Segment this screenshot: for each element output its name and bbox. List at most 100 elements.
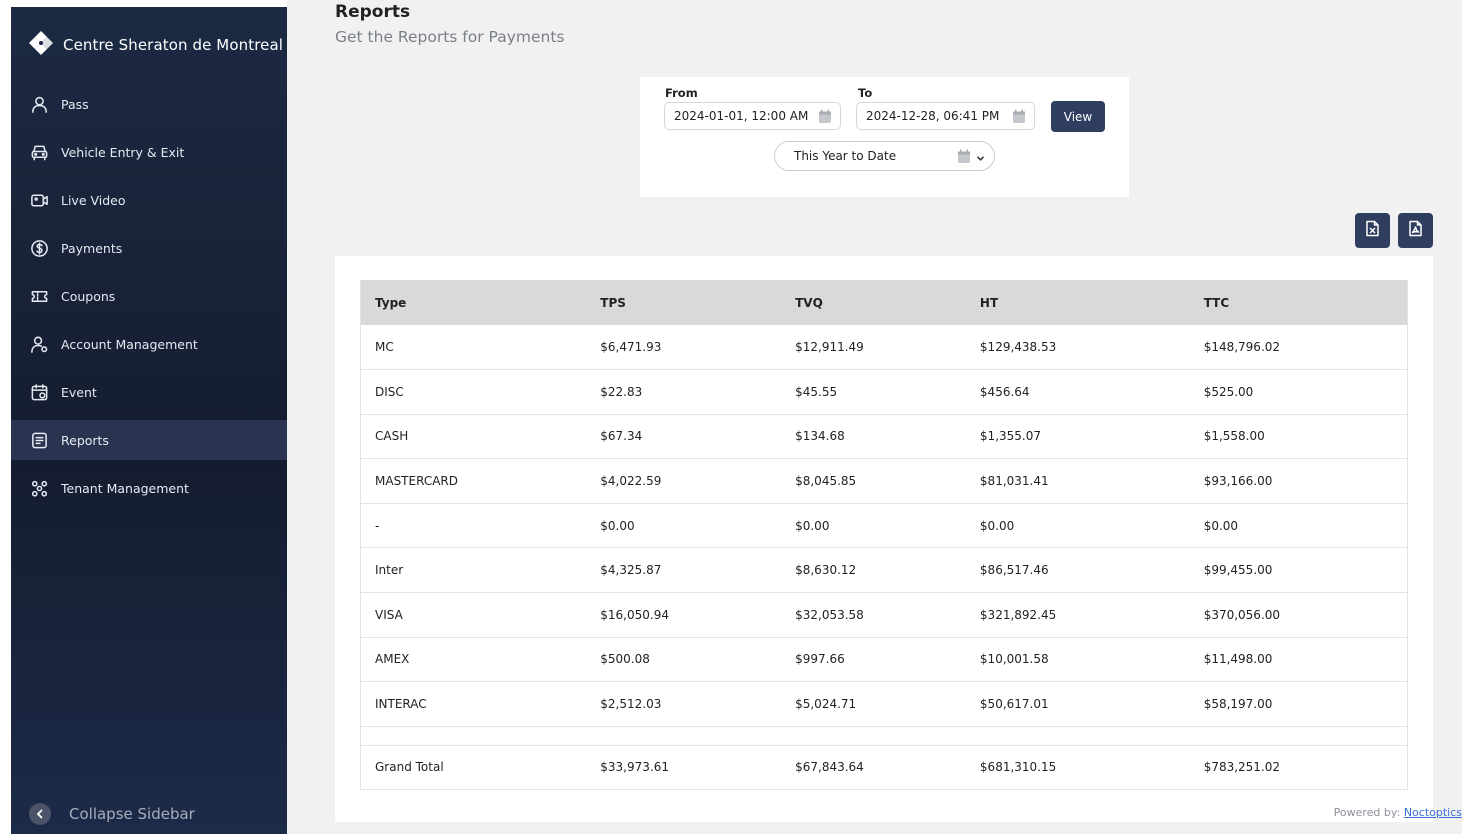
table-row: MASTERCARD $4,022.59 $8,045.85 $81,031.41 $9… bbox=[360, 458, 1408, 504]
table-cell: $0.00 bbox=[1189, 503, 1408, 549]
table-cell: $45.55 bbox=[781, 369, 966, 415]
pdf-file-icon bbox=[1407, 220, 1424, 241]
sidebar-item-pass[interactable]: Pass bbox=[11, 84, 287, 124]
column-header: TVQ bbox=[781, 280, 966, 325]
table-cell: MASTERCARD bbox=[360, 458, 587, 504]
collapse-sidebar-button[interactable]: Collapse Sidebar bbox=[29, 803, 195, 825]
calendar-icon bbox=[29, 382, 49, 402]
table-cell: $67,843.64 bbox=[781, 745, 966, 790]
sidebar-item-label: Reports bbox=[61, 432, 109, 448]
payments-report-table: Type TPS TVQ HT TTC MC $6,471.93 $12,911.4… bbox=[360, 280, 1408, 790]
view-button[interactable]: View bbox=[1051, 101, 1105, 132]
sidebar-item-event[interactable]: Event bbox=[11, 372, 287, 412]
brand[interactable]: Centre Sheraton de Montreal bbox=[27, 29, 283, 61]
date-range-value: This Year to Date bbox=[794, 149, 897, 163]
table-cell: $997.66 bbox=[781, 637, 966, 683]
sidebar-item-account-management[interactable]: Account Management bbox=[11, 324, 287, 364]
table-cell: $32,053.58 bbox=[781, 592, 966, 638]
column-header: TPS bbox=[586, 280, 782, 325]
column-header: Type bbox=[360, 280, 587, 325]
date-filter-card: From 2024-01-01, 12:00 AM To 2024-12-28,… bbox=[640, 77, 1129, 197]
sidebar: Centre Sheraton de Montreal Pass Vehicle… bbox=[11, 7, 287, 834]
table-row: Inter $4,325.87 $8,630.12 $86,517.46 $99,455… bbox=[360, 547, 1408, 594]
column-header: TTC bbox=[1189, 280, 1408, 325]
table-cell: $1,558.00 bbox=[1189, 414, 1408, 460]
page-subtitle: Get the Reports for Payments bbox=[335, 28, 565, 46]
table-cell: $50,617.01 bbox=[965, 681, 1190, 727]
table-cell: $148,796.02 bbox=[1189, 325, 1408, 371]
page-title: Reports bbox=[335, 2, 411, 22]
table-cell: $370,056.00 bbox=[1189, 592, 1408, 638]
sidebar-item-coupons[interactable]: Coupons bbox=[11, 276, 287, 316]
from-date-input[interactable]: 2024-01-01, 12:00 AM bbox=[664, 102, 841, 130]
table-cell: $0.00 bbox=[965, 503, 1190, 549]
table-cell: - bbox=[360, 503, 587, 549]
table-cell: VISA bbox=[360, 592, 587, 638]
brand-name: Centre Sheraton de Montreal bbox=[63, 36, 284, 54]
table-cell: $4,325.87 bbox=[586, 547, 782, 594]
table-row: VISA $16,050.94 $32,053.58 $321,892.45 $370,… bbox=[360, 592, 1408, 638]
table-cell: DISC bbox=[360, 369, 587, 415]
table-cell: $11,498.00 bbox=[1189, 637, 1408, 683]
table-cell: $129,438.53 bbox=[965, 325, 1190, 371]
table-cell: $1,355.07 bbox=[965, 414, 1190, 460]
table-cell: Inter bbox=[360, 547, 587, 594]
table-cell: INTERAC bbox=[360, 681, 587, 727]
export-pdf-button[interactable] bbox=[1398, 213, 1433, 248]
sidebar-item-live-video[interactable]: Live Video bbox=[11, 180, 287, 220]
powered-by-link[interactable]: Noctoptics bbox=[1404, 806, 1462, 819]
excel-file-icon bbox=[1364, 220, 1381, 241]
sidebar-item-label: Pass bbox=[61, 96, 89, 112]
table-cell: $4,022.59 bbox=[586, 458, 782, 504]
table-cell: $93,166.00 bbox=[1189, 458, 1408, 504]
table-cell: Grand Total bbox=[360, 745, 587, 790]
table-row: CASH $67.34 $134.68 $1,355.07 $1,558.00 bbox=[360, 414, 1408, 460]
date-range-select[interactable]: This Year to Date bbox=[774, 141, 995, 171]
calendar-icon[interactable] bbox=[818, 109, 832, 127]
table-cell: $86,517.46 bbox=[965, 547, 1190, 594]
sidebar-item-label: Vehicle Entry & Exit bbox=[61, 144, 185, 160]
table-cell: $22.83 bbox=[586, 369, 782, 415]
group-icon bbox=[29, 478, 49, 498]
export-excel-button[interactable] bbox=[1355, 213, 1390, 248]
table-cell: $525.00 bbox=[1189, 369, 1408, 415]
user-icon bbox=[29, 94, 49, 114]
table-cell: CASH bbox=[360, 414, 587, 460]
sidebar-item-label: Tenant Management bbox=[61, 480, 189, 496]
table-cell: $8,045.85 bbox=[781, 458, 966, 504]
report-icon bbox=[29, 430, 49, 450]
table-cell: $33,973.61 bbox=[586, 745, 782, 790]
sidebar-item-reports[interactable]: Reports bbox=[11, 420, 287, 460]
sidebar-item-vehicle-entry-exit[interactable]: Vehicle Entry & Exit bbox=[11, 132, 287, 172]
chevron-left-icon bbox=[29, 803, 51, 825]
ticket-icon bbox=[29, 286, 49, 306]
to-date-value: 2024-12-28, 06:41 PM bbox=[866, 109, 1000, 123]
table-cell: $67.34 bbox=[586, 414, 782, 460]
car-icon bbox=[29, 142, 49, 162]
logo-icon bbox=[27, 29, 55, 61]
table-row: MC $6,471.93 $12,911.49 $129,438.53 $148,796… bbox=[360, 325, 1408, 371]
sidebar-item-tenant-management[interactable]: Tenant Management bbox=[11, 468, 287, 508]
table-cell: $2,512.03 bbox=[586, 681, 782, 727]
table-cell: $134.68 bbox=[781, 414, 966, 460]
to-label: To bbox=[858, 86, 873, 100]
chevron-down-icon bbox=[976, 151, 985, 165]
table-cell: $6,471.93 bbox=[586, 325, 782, 371]
column-header: HT bbox=[965, 280, 1190, 325]
table-cell: $783,251.02 bbox=[1189, 745, 1408, 790]
sidebar-item-payments[interactable]: Payments bbox=[11, 228, 287, 268]
calendar-icon[interactable] bbox=[1012, 109, 1026, 127]
table-cell: $99,455.00 bbox=[1189, 547, 1408, 594]
table-cell: MC bbox=[360, 325, 587, 371]
table-row: AMEX $500.08 $997.66 $10,001.58 $11,498.00 bbox=[360, 637, 1408, 683]
table-cell: $456.64 bbox=[965, 369, 1190, 415]
video-icon bbox=[29, 190, 49, 210]
table-cell: AMEX bbox=[360, 637, 587, 683]
to-date-input[interactable]: 2024-12-28, 06:41 PM bbox=[856, 102, 1035, 130]
table-row: INTERAC $2,512.03 $5,024.71 $50,617.01 $58,1… bbox=[360, 681, 1408, 727]
table-row: DISC $22.83 $45.55 $456.64 $525.00 bbox=[360, 369, 1408, 415]
grand-total-row: Grand Total $33,973.61 $67,843.64 $681,310.… bbox=[360, 745, 1408, 790]
table-cell: $16,050.94 bbox=[586, 592, 782, 638]
report-table-card: Type TPS TVQ HT TTC MC $6,471.93 $12,911.4… bbox=[335, 256, 1433, 822]
table-spacer-row bbox=[360, 726, 1408, 746]
